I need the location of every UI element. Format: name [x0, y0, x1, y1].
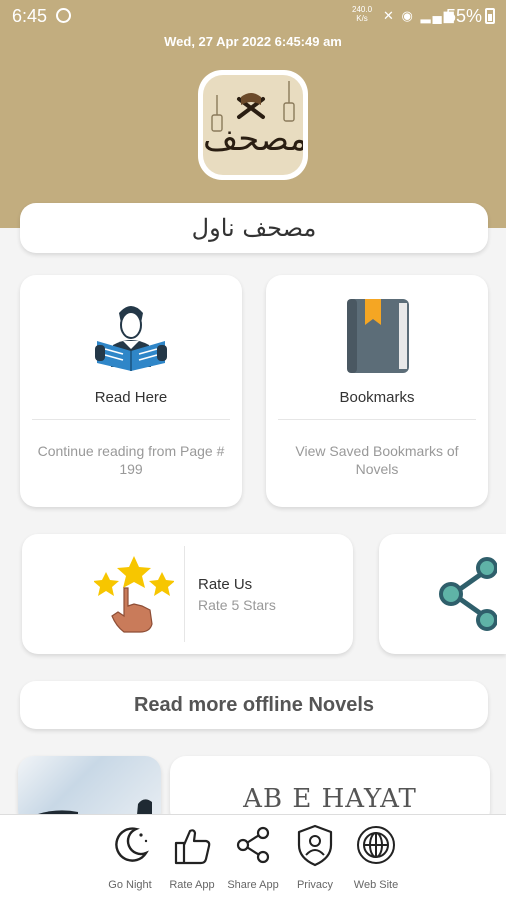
moon-icon: [115, 827, 149, 862]
globe-icon: [357, 826, 395, 864]
nav-web-site[interactable]: Web Site: [344, 823, 408, 897]
rate-stars-icon: [94, 556, 174, 633]
share-card[interactable]: [379, 534, 506, 654]
divider: [32, 419, 230, 420]
read-here-title: Read Here: [94, 389, 168, 406]
app-logo: مصحف: [198, 70, 308, 180]
thumbs-up-icon: [174, 829, 211, 865]
nav-go-night[interactable]: Go Night: [98, 823, 162, 897]
read-here-subtitle: Continue reading from Page # 199: [37, 443, 225, 477]
date-time: Wed, 27 Apr 2022 6:45:49 am: [164, 34, 342, 49]
app-title-card: مصحف ناول: [20, 203, 488, 253]
nav-web-site-label: Web Site: [353, 879, 399, 891]
divider: [278, 419, 476, 420]
rate-us-title: Rate Us: [198, 576, 253, 593]
share-icon: [439, 557, 497, 631]
signal-icons: ✕ ◉ ▂▄▆: [383, 8, 456, 23]
divider: [184, 546, 185, 642]
novel-title: AB E HAYAT: [243, 784, 417, 814]
nav-rate-app[interactable]: Rate App: [160, 823, 224, 897]
bottom-navigation: Go Night Rate App Share App Privacy Web …: [0, 814, 506, 900]
status-time: 6:45: [12, 6, 48, 26]
rate-us-subtitle: Rate 5 Stars: [198, 597, 276, 613]
network-speed: 240.0 K/s: [352, 5, 373, 23]
bookmarks-subtitle: View Saved Bookmarks of Novels: [295, 443, 459, 477]
nav-privacy-label: Privacy: [296, 879, 334, 891]
nav-share-app[interactable]: Share App: [221, 823, 285, 897]
nav-share-app-label: Share App: [227, 879, 279, 891]
bookmarks-title: Bookmarks: [339, 389, 415, 406]
read-here-card[interactable]: Read Here Continue reading from Page # 1…: [20, 275, 242, 507]
shield-user-icon: [297, 824, 333, 867]
reader-icon: [95, 306, 167, 371]
nav-go-night-label: Go Night: [108, 879, 152, 891]
read-more-novels-label: Read more offline Novels: [133, 694, 375, 716]
app-title: مصحف ناول: [191, 214, 317, 242]
status-bar: 6:45 240.0 K/s ✕ ◉ ▂▄▆ 55%: [0, 0, 506, 32]
battery-percent: 55%: [446, 6, 483, 26]
bookmarks-card[interactable]: Bookmarks View Saved Bookmarks of Novels: [266, 275, 488, 507]
battery-icon: [485, 8, 495, 24]
read-more-novels-button[interactable]: Read more offline Novels: [20, 681, 488, 729]
logo-calligraphy: مصحف: [203, 119, 303, 159]
settings-status-icon: [56, 8, 71, 23]
book-bookmark-icon: [347, 299, 409, 373]
share-nav-icon: [236, 826, 270, 864]
nav-rate-app-label: Rate App: [169, 879, 215, 891]
nav-privacy[interactable]: Privacy: [283, 823, 347, 897]
rate-us-card[interactable]: Rate Us Rate 5 Stars: [22, 534, 353, 654]
